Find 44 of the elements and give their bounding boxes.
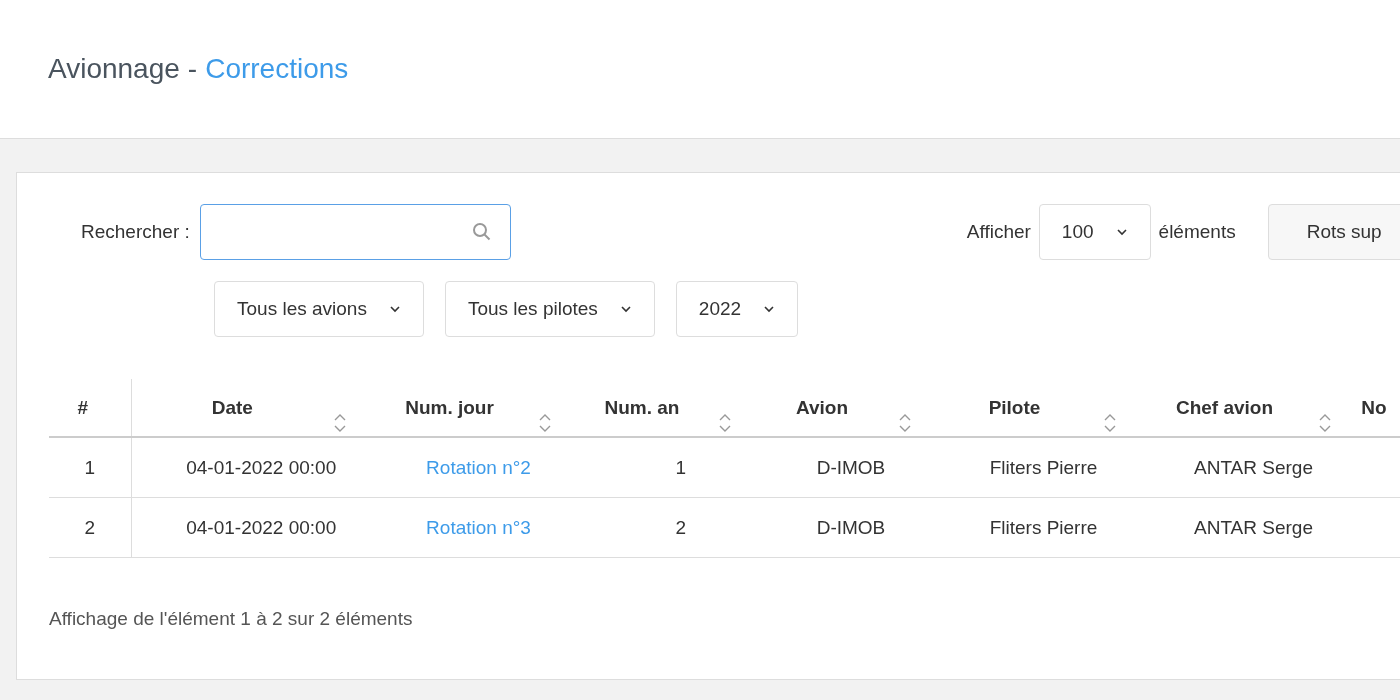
chevron-down-icon [1115,228,1128,236]
sort-icon[interactable] [898,412,912,434]
filter-select[interactable]: Tous les pilotes [444,281,655,337]
search-icon [471,222,492,242]
sort-icon[interactable] [538,412,552,434]
filter-select[interactable]: 2022 [675,281,799,337]
search-label: Rechercher : [81,221,190,243]
column-header[interactable]: Date [131,396,333,419]
search-field[interactable] [199,204,511,260]
table-cell: D-IMOB [746,437,926,498]
chevron-down-icon [619,305,632,313]
show-label: Afficher [966,221,1031,243]
filter-select[interactable]: Tous les avions [214,281,424,337]
entries-label: éléments [1158,221,1236,243]
table-cell: ANTAR Serge [1131,437,1346,498]
table-cell: 2 [49,497,131,558]
sort-icon[interactable] [1103,412,1117,434]
table-cell: 1 [566,437,746,498]
page-title: Avionnage [48,53,180,85]
table-cell: 04-01-2022 00:00 [131,437,361,498]
column-header[interactable]: # [49,396,117,419]
column-header[interactable]: No [1346,396,1400,419]
action-button[interactable]: Rots sup [1267,204,1400,260]
table-cell: 2 [566,497,746,558]
column-header[interactable]: Chef avion [1131,396,1318,419]
sort-icon[interactable] [333,412,347,434]
table-cell: D-IMOB [746,497,926,558]
column-header[interactable]: Pilote [926,396,1103,419]
table-cell: 04-01-2022 00:00 [131,497,361,558]
table-cell: ANTAR Serge [1131,497,1346,558]
table-cell: Fliters Pierre [926,437,1131,498]
column-header[interactable]: Num. an [566,396,718,419]
chevron-down-icon [763,305,776,313]
chevron-down-icon [388,305,401,313]
column-header[interactable]: Avion [746,396,898,419]
title-separator: - [187,53,198,85]
column-header[interactable]: Num. jour [361,396,538,419]
page-length-select[interactable]: 100 [1038,204,1151,260]
table-info: Affichage de l'élément 1 à 2 sur 2 éléments [49,608,414,630]
table-cell: 1 [49,437,131,498]
table-cell: Fliters Pierre [926,497,1131,558]
sort-icon[interactable] [718,412,732,434]
page-subtitle: Corrections [205,53,349,85]
sort-icon[interactable] [1318,412,1332,434]
